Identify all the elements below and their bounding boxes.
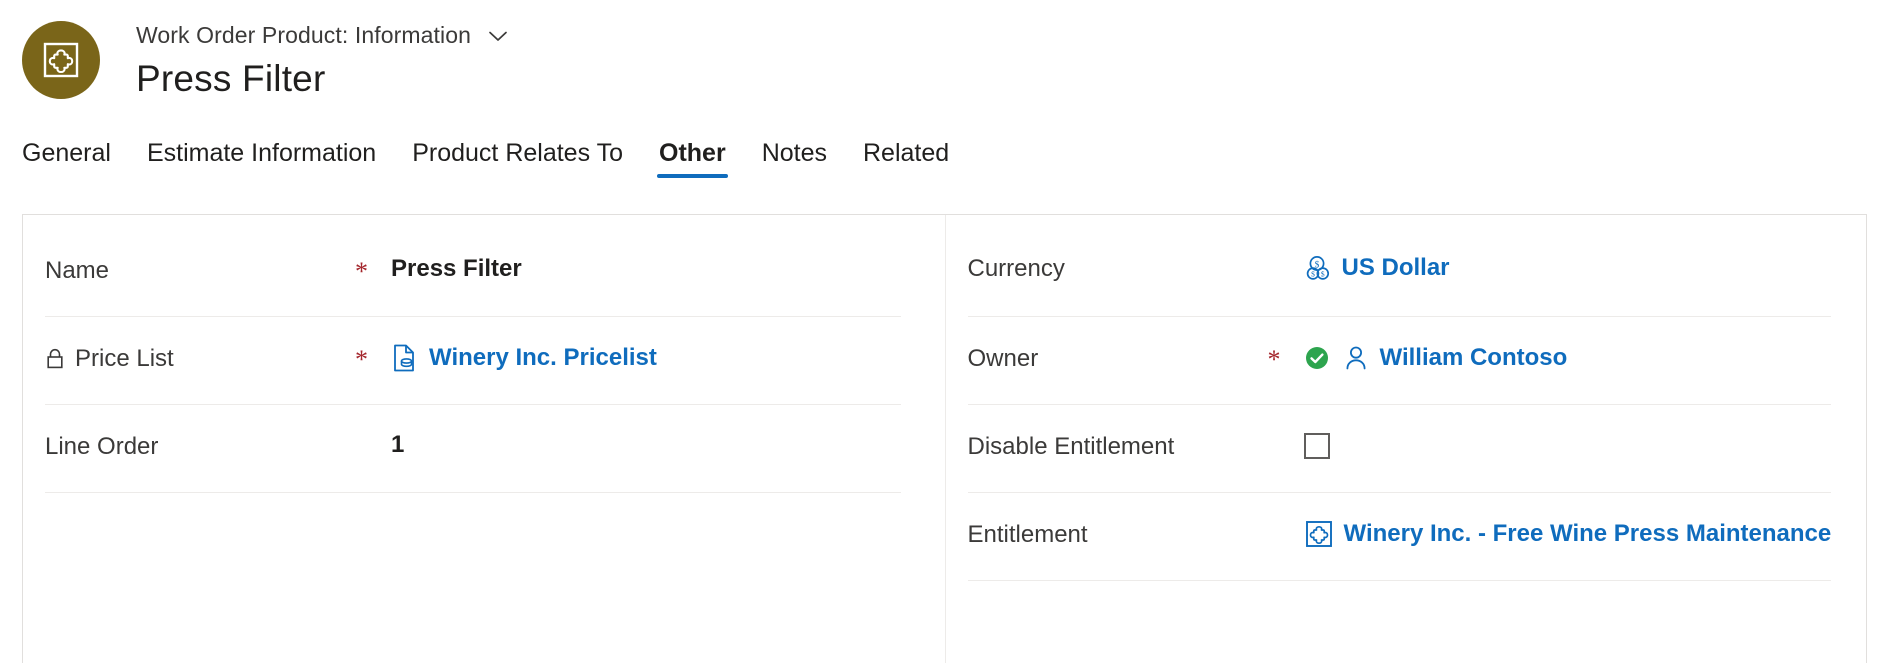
record-header: Work Order Product: Information Press Fi… — [0, 0, 1881, 118]
field-row-name: Name * Press Filter — [45, 229, 901, 317]
field-label-wrap-entitlement: Entitlement — [968, 519, 1268, 549]
green-check-badge-icon — [1304, 345, 1330, 371]
page-title: Press Filter — [136, 58, 326, 99]
field-row-entitlement: Entitlement * Winery Inc. - Free Wine Pr… — [967, 493, 1832, 581]
tab-other[interactable]: Other — [641, 141, 744, 178]
field-row-owner: Owner * William Contoso — [967, 317, 1832, 405]
required-marker-owner: * — [1267, 345, 1281, 374]
required-marker-line-order: * — [355, 431, 391, 461]
form-type-label: Work Order Product: Information — [136, 22, 472, 48]
field-value-owner[interactable]: William Contoso — [1304, 343, 1832, 373]
field-label-line-order: Line Order — [45, 433, 159, 460]
form-tab-bar: General Estimate Information Product Rel… — [0, 118, 1881, 178]
svg-text:$: $ — [1320, 270, 1324, 279]
svg-text:$: $ — [1311, 270, 1315, 279]
field-label-entitlement: Entitlement — [967, 521, 1088, 548]
field-value-link-entitlement[interactable]: Winery Inc. - Free Wine Press Maintenanc… — [1344, 520, 1832, 548]
field-label-wrap-price-list: Price List — [45, 343, 355, 373]
form-column-left: Name * Press Filter Price List * Winery … — [23, 215, 945, 663]
field-row-line-order: Line Order * 1 — [45, 405, 901, 493]
field-label-wrap-name: Name — [45, 255, 355, 285]
field-value-line-order[interactable]: 1 — [391, 431, 901, 459]
field-label-owner: Owner — [967, 345, 1039, 372]
disable-entitlement-checkbox[interactable] — [1303, 433, 1330, 459]
tab-estimate-information[interactable]: Estimate Information — [129, 141, 394, 178]
field-label-wrap-currency: Currency — [968, 253, 1268, 283]
field-value-currency[interactable]: $ $ $ US Dollar — [1304, 253, 1832, 283]
field-label-name: Name — [45, 257, 110, 284]
field-value-disable-entitlement[interactable] — [1303, 431, 1832, 459]
field-row-disable-entitlement: Disable Entitlement * — [967, 405, 1832, 493]
tab-notes[interactable]: Notes — [744, 141, 845, 178]
header-text-block: Work Order Product: Information Press Fi… — [136, 18, 511, 100]
tab-general[interactable]: General — [22, 141, 129, 178]
field-value-link-price-list[interactable]: Winery Inc. Pricelist — [429, 344, 657, 372]
field-row-price-list: Price List * Winery Inc. Pricelist — [45, 317, 901, 405]
field-value-entitlement[interactable]: Winery Inc. - Free Wine Press Maintenanc… — [1304, 519, 1832, 549]
field-value-text-name: Press Filter — [391, 255, 522, 282]
product-puzzle-icon — [41, 40, 81, 80]
currency-coins-icon: $ $ $ — [1304, 253, 1332, 283]
tab-related[interactable]: Related — [845, 141, 967, 178]
entitlement-puzzle-icon — [1304, 519, 1334, 549]
field-value-link-owner[interactable]: William Contoso — [1380, 344, 1568, 372]
field-row-currency: Currency * $ $ $ US Dollar — [967, 229, 1832, 317]
chevron-down-icon[interactable] — [485, 23, 511, 49]
field-label-wrap-disable-entitlement: Disable Entitlement — [968, 431, 1268, 461]
field-value-text-line-order: 1 — [391, 431, 405, 458]
form-body-card: Name * Press Filter Price List * Winery … — [22, 214, 1867, 663]
form-column-right: Currency * $ $ $ US Dollar — [944, 215, 1876, 663]
entity-avatar — [22, 21, 100, 99]
header-subtitle-row: Work Order Product: Information — [136, 22, 511, 49]
field-value-price-list[interactable]: Winery Inc. Pricelist — [391, 343, 901, 373]
required-marker-price-list: * — [355, 345, 368, 374]
person-icon — [1342, 343, 1370, 373]
field-label-currency: Currency — [967, 255, 1065, 282]
required-marker-disable-entitlement: * — [1268, 431, 1304, 461]
pricelist-icon — [391, 343, 419, 373]
work-order-product-form-page: Work Order Product: Information Press Fi… — [0, 0, 1881, 663]
field-value-link-currency[interactable]: US Dollar — [1342, 254, 1450, 282]
lock-icon — [45, 347, 65, 371]
required-marker-currency: * — [1268, 253, 1304, 283]
field-label-wrap-line-order: Line Order — [45, 431, 355, 461]
field-label-disable-entitlement: Disable Entitlement — [967, 433, 1175, 460]
field-label-price-list: Price List — [75, 345, 174, 372]
field-value-name[interactable]: Press Filter — [391, 255, 901, 283]
field-label-wrap-owner: Owner — [968, 343, 1268, 373]
required-marker-name: * — [355, 257, 368, 286]
required-marker-entitlement: * — [1268, 519, 1304, 549]
tab-product-relates-to[interactable]: Product Relates To — [394, 141, 641, 178]
